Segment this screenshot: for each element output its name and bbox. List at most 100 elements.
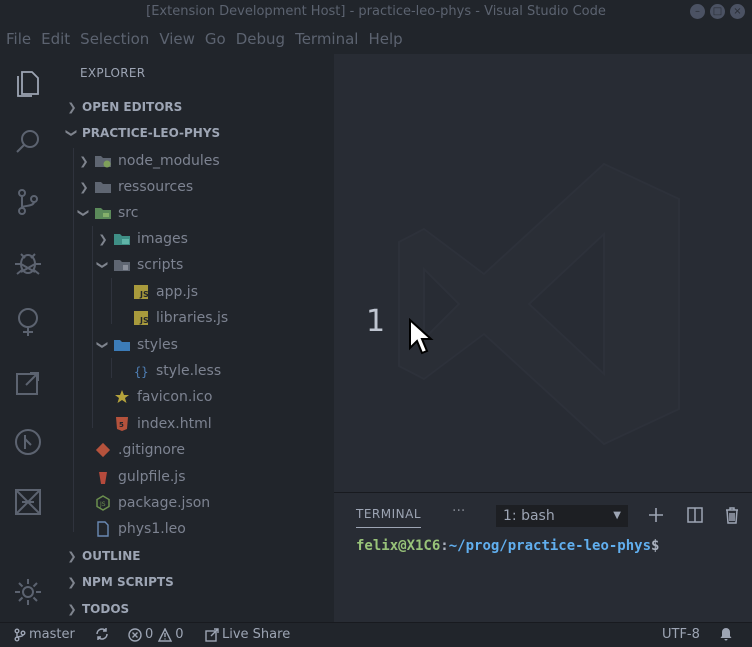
live-share-label: Live Share bbox=[222, 627, 291, 642]
menu-file[interactable]: File bbox=[6, 30, 31, 48]
maximize-icon[interactable]: □ bbox=[710, 4, 725, 19]
debug-icon[interactable] bbox=[12, 246, 44, 278]
close-icon[interactable]: × bbox=[730, 4, 745, 19]
folder-node-icon bbox=[94, 152, 112, 170]
encoding-label: UTF-8 bbox=[662, 627, 700, 642]
section-outline[interactable]: ❯ OUTLINE bbox=[56, 543, 334, 569]
terminal-panel: TERMINAL ··· 1: bash ▼ felix@X1C6:~/prog… bbox=[334, 492, 752, 622]
tree-item-label: libraries.js bbox=[156, 310, 229, 326]
minimize-icon[interactable]: – bbox=[690, 4, 705, 19]
tree-item-label: node_modules bbox=[118, 153, 220, 169]
folder-tree-item[interactable]: ❯ ressources bbox=[56, 174, 324, 200]
html-file-icon: 5 bbox=[113, 415, 131, 433]
remote-explorer-icon[interactable] bbox=[12, 366, 44, 398]
live-share-icon[interactable] bbox=[12, 486, 44, 518]
section-label: PRACTICE-LEO-PHYS bbox=[82, 126, 221, 140]
section-label: OUTLINE bbox=[82, 549, 141, 563]
tree-item-label: favicon.ico bbox=[137, 389, 213, 405]
menu-debug[interactable]: Debug bbox=[236, 30, 285, 48]
folder-src-icon bbox=[94, 204, 112, 222]
tree-item-label: gulpfile.js bbox=[118, 469, 186, 485]
menu-edit[interactable]: Edit bbox=[41, 30, 70, 48]
generic-file-icon bbox=[94, 520, 112, 538]
source-control-icon[interactable] bbox=[12, 186, 44, 218]
git-branch-icon bbox=[14, 628, 26, 641]
menu-help[interactable]: Help bbox=[368, 30, 402, 48]
file-tree-item[interactable]: JS package.json bbox=[56, 490, 324, 516]
error-count: 0 bbox=[145, 627, 154, 642]
chevron-right-icon: ❯ bbox=[79, 180, 89, 194]
new-terminal-icon[interactable] bbox=[646, 505, 666, 525]
menu-selection[interactable]: Selection bbox=[80, 30, 149, 48]
menu-bar: File Edit Selection View Go Debug Termin… bbox=[0, 24, 752, 54]
chevron-right-icon: ❯ bbox=[67, 575, 77, 589]
folder-tree-item[interactable]: ❯ images bbox=[56, 226, 324, 252]
file-tree-item[interactable]: phys1.leo bbox=[56, 516, 324, 542]
less-file-icon: {} bbox=[132, 362, 150, 380]
svg-text:{}: {} bbox=[134, 365, 148, 379]
overlay-number: 1 bbox=[366, 304, 386, 339]
svg-text:JS: JS bbox=[139, 316, 149, 325]
chevron-down-icon: ❯ bbox=[96, 340, 110, 350]
section-todos[interactable]: ❯ TODOS bbox=[56, 596, 334, 622]
leo-tree-icon[interactable] bbox=[12, 306, 44, 338]
terminal-select[interactable]: 1: bash ▼ bbox=[496, 505, 628, 527]
file-tree-item[interactable]: gulpfile.js bbox=[56, 464, 324, 490]
activity-bar bbox=[0, 54, 56, 622]
menu-go[interactable]: Go bbox=[205, 30, 226, 48]
tab-terminal[interactable]: TERMINAL bbox=[356, 507, 422, 528]
error-icon bbox=[128, 627, 142, 642]
tree-item-label: phys1.leo bbox=[118, 521, 186, 537]
notifications-bell-icon[interactable] bbox=[719, 627, 736, 641]
explorer-sidebar: EXPLORER ❯ OPEN EDITORS ❯ PRACTICE-LEO-P… bbox=[56, 54, 334, 622]
search-icon[interactable] bbox=[12, 126, 44, 158]
section-label: TODOS bbox=[82, 602, 130, 616]
folder-tree-item[interactable]: ❯ node_modules bbox=[56, 148, 324, 174]
mouse-pointer-icon bbox=[409, 318, 434, 355]
problems-status[interactable]: 0 0 bbox=[128, 627, 184, 642]
settings-gear-icon[interactable] bbox=[12, 576, 44, 608]
vscode-watermark-icon bbox=[398, 162, 680, 446]
js-file-icon: JS bbox=[132, 309, 150, 327]
tree-item-label: ressources bbox=[118, 179, 194, 195]
branch-status[interactable]: master bbox=[14, 627, 75, 642]
menu-view[interactable]: View bbox=[159, 30, 195, 48]
chevron-right-icon: ❯ bbox=[79, 154, 89, 168]
terminal-prompt[interactable]: felix@X1C6:~/prog/practice-leo-phys$ bbox=[356, 538, 659, 554]
prompt-separator: : bbox=[440, 538, 449, 554]
editor-area[interactable]: 1 bbox=[334, 54, 752, 492]
status-bar: master 0 0 Live Share UTF-8 bbox=[0, 622, 752, 647]
trash-icon[interactable] bbox=[722, 505, 742, 525]
chevron-right-icon: ❯ bbox=[67, 100, 77, 114]
svg-text:JS: JS bbox=[99, 501, 106, 508]
split-terminal-icon[interactable] bbox=[685, 505, 705, 525]
git-file-icon bbox=[94, 441, 112, 459]
file-tree-item[interactable]: favicon.ico bbox=[56, 384, 324, 410]
file-tree-item[interactable]: JS libraries.js bbox=[56, 305, 324, 331]
node-package-icon: JS bbox=[94, 494, 112, 512]
file-tree-item[interactable]: JS app.js bbox=[56, 279, 324, 305]
folder-tree-item[interactable]: ❯ styles bbox=[56, 332, 324, 358]
section-open-editors[interactable]: ❯ OPEN EDITORS bbox=[56, 94, 334, 120]
more-actions-icon[interactable]: ··· bbox=[452, 503, 465, 519]
terminal-select-value: 1: bash bbox=[503, 508, 555, 524]
folder-tree-item[interactable]: ❯ scripts bbox=[56, 252, 324, 278]
file-tree-item[interactable]: .gitignore bbox=[56, 437, 324, 463]
file-tree-item[interactable]: {} style.less bbox=[56, 358, 324, 384]
section-npm-scripts[interactable]: ❯ NPM SCRIPTS bbox=[56, 569, 334, 595]
git-graph-icon[interactable] bbox=[12, 426, 44, 458]
folder-styles-icon bbox=[113, 336, 131, 354]
sync-icon[interactable] bbox=[94, 627, 113, 641]
encoding-status[interactable]: UTF-8 bbox=[662, 627, 700, 642]
menu-terminal[interactable]: Terminal bbox=[295, 30, 358, 48]
js-file-icon: JS bbox=[132, 283, 150, 301]
files-icon[interactable] bbox=[12, 66, 44, 98]
live-share-status[interactable]: Live Share bbox=[205, 627, 290, 642]
folder-tree-item[interactable]: ❯ src bbox=[56, 200, 324, 226]
prompt-symbol: $ bbox=[651, 538, 660, 554]
section-project[interactable]: ❯ PRACTICE-LEO-PHYS bbox=[56, 120, 334, 146]
file-tree-item[interactable]: 5 index.html bbox=[56, 411, 324, 437]
